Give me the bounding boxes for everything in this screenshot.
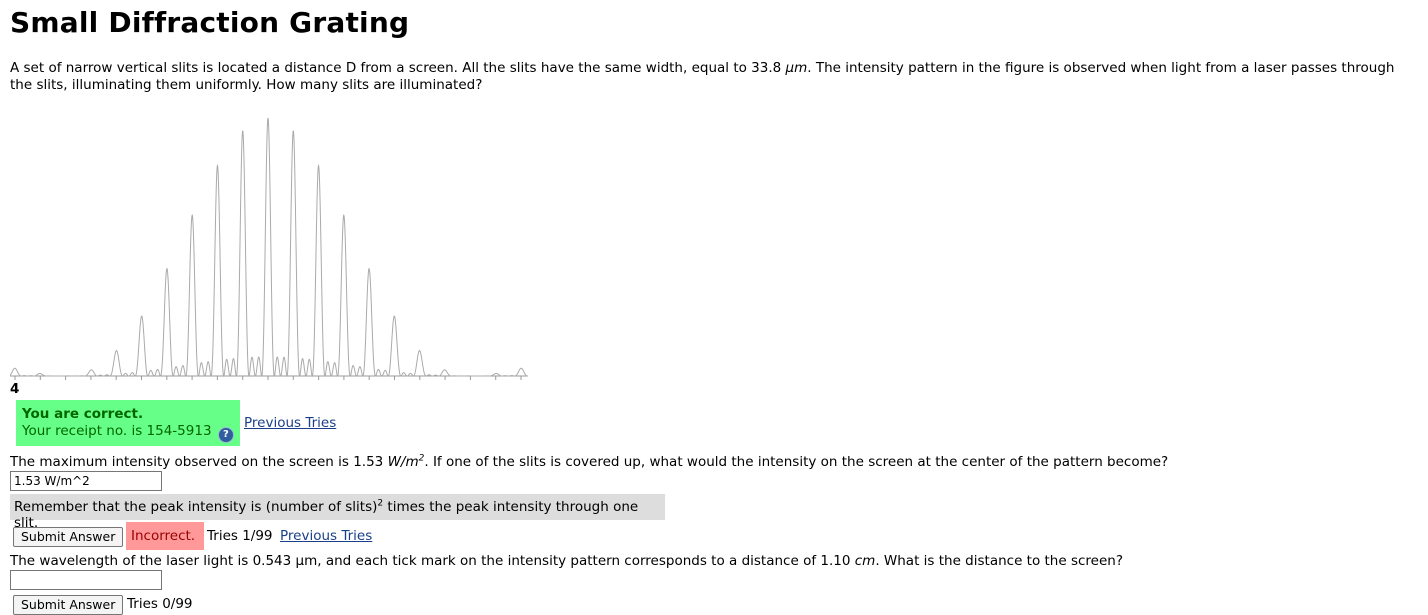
part2-tries-count: Tries 1/99 [207,528,273,544]
part3-unit: cm [854,553,876,569]
part2-question-b: . If one of the slits is covered up, wha… [424,454,1169,470]
intro-text-a: A set of narrow vertical slits is locate… [10,60,786,76]
part2-previous-tries-link[interactable]: Previous Tries [280,528,372,544]
part1-previous-tries-link[interactable]: Previous Tries [244,415,336,431]
tick-marks [14,376,522,380]
problem-intro: A set of narrow vertical slits is locate… [10,60,1418,94]
correct-status-box: You are correct. Your receipt no. is 154… [16,400,240,446]
question-circle-icon[interactable]: ? [217,427,234,443]
part1-submitted-answer: 4 [10,381,20,397]
part2-question-a: The maximum intensity observed on the sc… [10,454,388,470]
part3-answer-input[interactable] [10,570,162,590]
part3-question: The wavelength of the laser light is 0.5… [10,553,1124,569]
intensity-curve [9,117,529,378]
part2-question: The maximum intensity observed on the sc… [10,454,1168,470]
part2-answer-input[interactable] [10,471,162,491]
incorrect-status-badge: Incorrect. [126,522,204,550]
part2-submit-button[interactable]: Submit Answer [13,527,124,547]
part2-unit: W/m2 [387,453,425,470]
part3-submit-button[interactable]: Submit Answer [13,595,124,615]
part3-tries-count: Tries 0/99 [127,596,193,612]
intensity-pattern-figure [9,110,530,382]
receipt-text: Your receipt no. is 154-5913 [22,423,212,439]
receipt-line: Your receipt no. is 154-5913 ? [22,423,234,443]
intensity-pattern-plot [9,117,529,380]
page-title: Small Diffraction Grating [10,6,410,39]
part2-hint: Remember that the peak intensity is (num… [10,494,665,531]
correct-status-title: You are correct. [22,406,144,422]
intro-unit: μm [785,60,808,76]
